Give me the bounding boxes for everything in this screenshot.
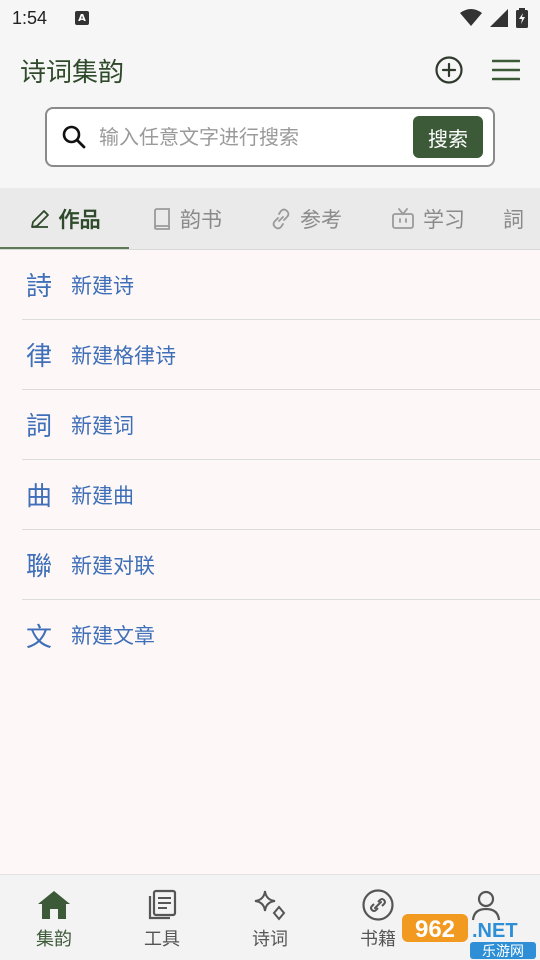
tab-label: 参考 xyxy=(300,208,342,232)
book-icon xyxy=(154,208,170,230)
watermark-sub: 乐游网 xyxy=(482,944,524,960)
item-glyph: 詩 xyxy=(25,272,52,302)
tab-label: 韵书 xyxy=(180,208,222,232)
list-item-new-ci[interactable]: 詞 新建词 xyxy=(22,390,540,460)
tab-reference[interactable]: 参考 xyxy=(245,188,367,249)
link-circle-icon xyxy=(362,889,394,921)
tab-rhyme-books[interactable]: 韵书 xyxy=(129,188,245,249)
list-item-new-qu[interactable]: 曲 新建曲 xyxy=(22,460,540,530)
menu-button[interactable] xyxy=(486,50,526,90)
sparkle-icon xyxy=(254,890,286,921)
status-time: 1:54 xyxy=(12,7,48,28)
status-icons xyxy=(460,8,528,28)
tab-works[interactable]: 作品 xyxy=(0,188,129,249)
status-bar: 1:54 A xyxy=(0,0,540,36)
tab-study[interactable]: 学习 xyxy=(367,188,489,249)
app-title: 诗词集韵 xyxy=(20,58,125,88)
nav-label: 书籍 xyxy=(360,929,396,950)
nav-home[interactable]: 集韵 xyxy=(0,875,108,960)
item-glyph: 聯 xyxy=(25,552,52,582)
list-item-new-regulated-poem[interactable]: 律 新建格律诗 xyxy=(22,320,540,390)
list-item-new-poem[interactable]: 詩 新建诗 xyxy=(22,250,540,320)
app-bar: 诗词集韵 搜索 xyxy=(0,36,540,188)
battery-icon xyxy=(516,8,528,28)
watermark-suffix: .NET xyxy=(472,920,518,942)
search-box: 搜索 xyxy=(45,107,495,167)
item-label: 新建词 xyxy=(71,413,134,438)
list-item-new-article[interactable]: 文 新建文章 xyxy=(22,600,540,670)
site-watermark: 962 .NET 乐游网 xyxy=(402,914,536,960)
add-circle-icon xyxy=(435,56,463,84)
item-label: 新建文章 xyxy=(71,624,155,648)
wifi-icon xyxy=(460,9,482,26)
nav-label: 诗词 xyxy=(252,929,288,950)
tab-ci[interactable]: 詞 xyxy=(489,188,540,249)
item-glyph: 律 xyxy=(25,342,52,372)
nav-label: 集韵 xyxy=(36,929,72,950)
document-icon xyxy=(148,889,177,920)
item-label: 新建诗 xyxy=(71,273,134,298)
nav-tools[interactable]: 工具 xyxy=(108,875,216,960)
search-button[interactable]: 搜索 xyxy=(413,116,483,158)
list-item-new-couplet[interactable]: 聯 新建对联 xyxy=(22,530,540,600)
item-label: 新建曲 xyxy=(71,483,134,508)
pencil-icon xyxy=(30,210,49,228)
hamburger-icon xyxy=(492,59,520,81)
create-list: 詩 新建诗 律 新建格律诗 詞 新建词 曲 新建曲 聯 新建对联 文 新建文章 xyxy=(0,250,540,670)
tab-label: 詞 xyxy=(503,208,524,232)
search-input[interactable] xyxy=(99,125,413,149)
item-glyph: 曲 xyxy=(25,482,52,512)
watermark-main: 962 xyxy=(415,916,455,943)
item-label: 新建格律诗 xyxy=(71,343,176,368)
item-glyph: 文 xyxy=(25,622,52,653)
search-icon xyxy=(62,125,86,149)
tv-icon xyxy=(392,208,414,229)
tab-label: 学习 xyxy=(423,208,465,232)
add-button[interactable] xyxy=(429,50,469,90)
tab-label: 作品 xyxy=(58,208,101,232)
signal-icon xyxy=(490,9,508,27)
tab-bar: 作品 韵书 参考 学习 詞 xyxy=(0,188,540,250)
nav-label: 工具 xyxy=(144,929,180,950)
notification-icon: A xyxy=(75,11,90,25)
link-icon xyxy=(272,208,290,230)
nav-poetry[interactable]: 诗词 xyxy=(216,875,324,960)
item-label: 新建对联 xyxy=(71,553,155,578)
item-glyph: 詞 xyxy=(25,412,52,442)
home-icon xyxy=(38,891,70,919)
